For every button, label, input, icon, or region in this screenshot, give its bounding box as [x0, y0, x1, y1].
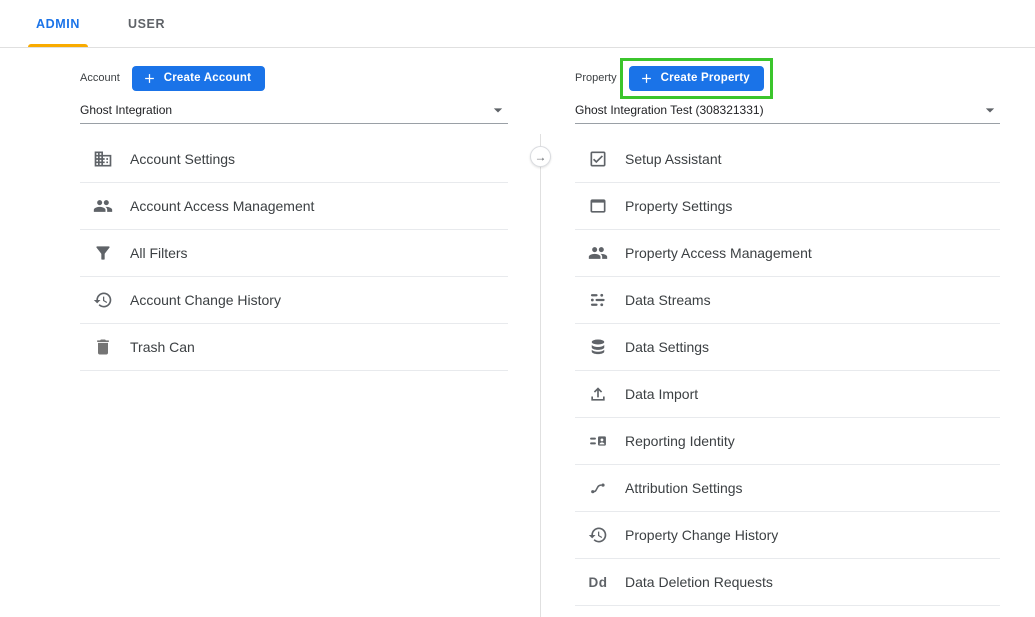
filter-icon	[92, 242, 114, 264]
menu-item-label: Account Settings	[130, 151, 235, 167]
menu-item-label: Property Access Management	[625, 245, 812, 261]
menu-item-property-change-history[interactable]: Property Change History	[575, 512, 1000, 559]
menu-item-data-streams[interactable]: Data Streams	[575, 277, 1000, 324]
menu-item-all-filters[interactable]: All Filters	[80, 230, 508, 277]
tab-admin[interactable]: ADMIN	[12, 0, 104, 47]
menu-item-account-access-management[interactable]: Account Access Management	[80, 183, 508, 230]
menu-item-label: Account Access Management	[130, 198, 314, 214]
menu-item-account-settings[interactable]: Account Settings	[80, 136, 508, 183]
history-icon	[587, 524, 609, 546]
database-icon	[587, 336, 609, 358]
plus-icon	[142, 71, 157, 86]
property-selector[interactable]: Ghost Integration Test (308321331)	[575, 96, 1000, 124]
menu-item-label: Reporting Identity	[625, 433, 735, 449]
people-icon	[92, 195, 114, 217]
menu-item-trash-can[interactable]: Trash Can	[80, 324, 508, 371]
menu-item-label: Attribution Settings	[625, 480, 743, 496]
column-divider	[540, 134, 541, 617]
attribution-icon	[587, 477, 609, 499]
menu-item-reporting-identity[interactable]: Reporting Identity	[575, 418, 1000, 465]
menu-item-data-import[interactable]: Data Import	[575, 371, 1000, 418]
account-header: Account Create Account	[80, 64, 508, 92]
account-selector-value: Ghost Integration	[80, 103, 172, 117]
menu-item-label: Data Streams	[625, 292, 711, 308]
menu-item-label: Property Change History	[625, 527, 778, 543]
chevron-down-icon	[488, 100, 508, 120]
dd-icon: Dd	[587, 571, 609, 593]
menu-item-property-access-management[interactable]: Property Access Management	[575, 230, 1000, 277]
menu-item-label: Property Settings	[625, 198, 732, 214]
create-account-label: Create Account	[164, 72, 251, 84]
menu-item-data-deletion-requests[interactable]: Dd Data Deletion Requests	[575, 559, 1000, 606]
web-asset-icon	[587, 195, 609, 217]
property-column: Property Create Property Ghost Integrati…	[575, 64, 1000, 606]
account-menu: Account Settings Account Access Managemen…	[80, 136, 508, 371]
menu-item-label: Data Import	[625, 386, 698, 402]
people-icon	[587, 242, 609, 264]
account-label: Account	[80, 72, 120, 84]
identity-badge-icon	[587, 430, 609, 452]
menu-item-label: Trash Can	[130, 339, 195, 355]
chevron-down-icon	[980, 100, 1000, 120]
building-icon	[92, 148, 114, 170]
property-selector-value: Ghost Integration Test (308321331)	[575, 103, 764, 117]
column-arrow-button[interactable]: →	[530, 146, 551, 167]
trash-icon	[92, 336, 114, 358]
create-property-highlight-wrap: Create Property	[629, 66, 764, 91]
menu-item-label: Setup Assistant	[625, 151, 722, 167]
arrow-right-icon: →	[535, 151, 547, 163]
tab-user[interactable]: USER	[104, 0, 189, 47]
create-property-label: Create Property	[661, 72, 750, 84]
streams-icon	[587, 289, 609, 311]
menu-item-data-settings[interactable]: Data Settings	[575, 324, 1000, 371]
tab-user-label: USER	[128, 17, 165, 31]
property-header: Property Create Property	[575, 64, 1000, 92]
property-menu: Setup Assistant Property Settings Property…	[575, 136, 1000, 606]
menu-item-label: All Filters	[130, 245, 188, 261]
menu-item-label: Data Deletion Requests	[625, 574, 773, 590]
menu-item-label: Account Change History	[130, 292, 281, 308]
menu-item-property-settings[interactable]: Property Settings	[575, 183, 1000, 230]
menu-item-account-change-history[interactable]: Account Change History	[80, 277, 508, 324]
plus-icon	[639, 71, 654, 86]
top-tab-bar: ADMIN USER	[0, 0, 1035, 48]
menu-item-setup-assistant[interactable]: Setup Assistant	[575, 136, 1000, 183]
tab-admin-label: ADMIN	[36, 17, 80, 31]
menu-item-label: Data Settings	[625, 339, 709, 355]
history-icon	[92, 289, 114, 311]
create-account-button[interactable]: Create Account	[132, 66, 265, 91]
menu-item-attribution-settings[interactable]: Attribution Settings	[575, 465, 1000, 512]
account-selector[interactable]: Ghost Integration	[80, 96, 508, 124]
upload-icon	[587, 383, 609, 405]
checkbox-check-icon	[587, 148, 609, 170]
account-column: Account Create Account Ghost Integration…	[80, 64, 508, 371]
property-label: Property	[575, 72, 617, 84]
create-property-button[interactable]: Create Property	[629, 66, 764, 91]
